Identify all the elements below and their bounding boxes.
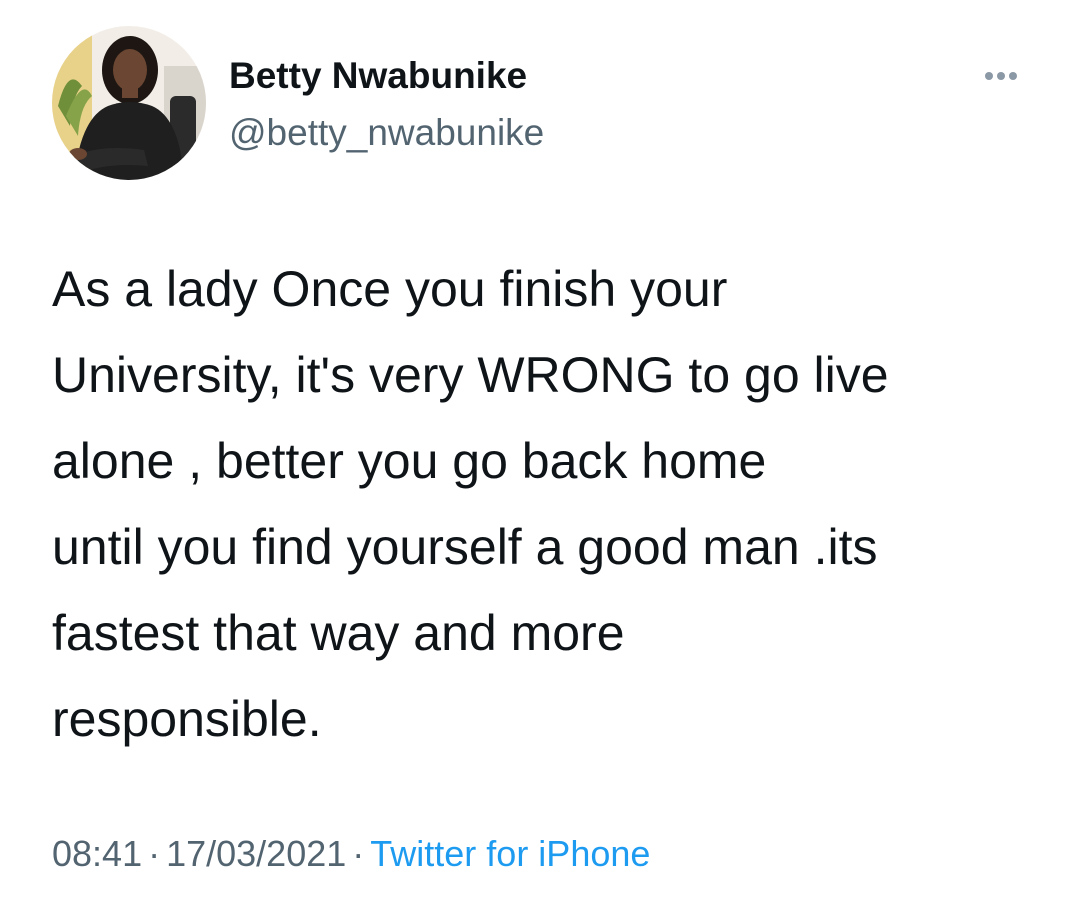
author-handle[interactable]: @betty_nwabunike <box>229 109 544 157</box>
author-avatar[interactable] <box>52 26 206 180</box>
more-options-button[interactable] <box>976 58 1026 94</box>
avatar-photo-icon <box>52 26 206 180</box>
tweet-card: Betty Nwabunike @betty_nwabunike As a la… <box>0 0 1080 910</box>
author-display-name[interactable]: Betty Nwabunike <box>229 52 527 100</box>
more-options-icon <box>985 72 1017 80</box>
tweet-time[interactable]: 08:41 <box>52 833 142 874</box>
meta-separator: · <box>352 833 365 874</box>
meta-separator: · <box>148 833 161 874</box>
tweet-date[interactable]: 17/03/2021 <box>166 833 346 874</box>
tweet-source-link[interactable]: Twitter for iPhone <box>370 833 650 874</box>
tweet-text: As a lady Once you finish your Universit… <box>52 261 889 747</box>
tweet-meta: 08:41 · 17/03/2021 · Twitter for iPhone <box>52 830 650 878</box>
